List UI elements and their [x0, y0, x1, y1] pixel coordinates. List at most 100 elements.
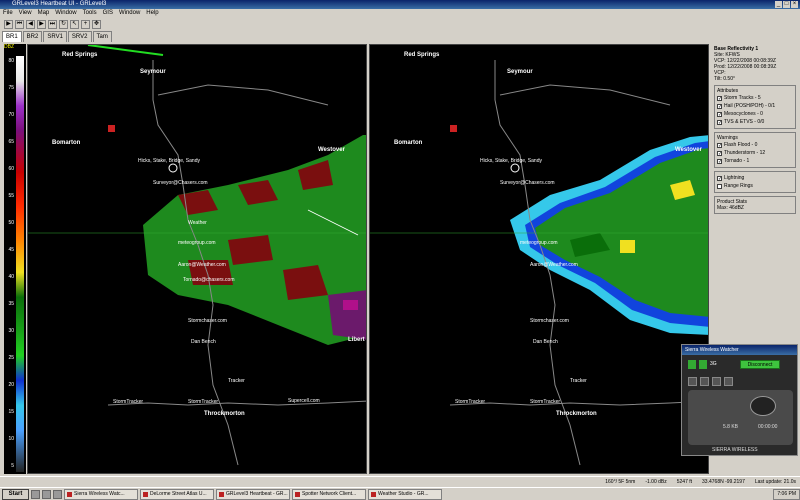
disconnect-button[interactable]: Disconnect [740, 360, 780, 369]
spotter-label[interactable]: Surveyor@Chasers.com [153, 180, 208, 186]
city-bomarton: Bomarton [52, 140, 81, 146]
options-group: ✓ Lightning Range Rings [714, 171, 796, 193]
taskbar-item[interactable]: Weather Studio - GR... [368, 488, 442, 500]
dbz-color-scale: DBZ 80 75 70 65 60 55 50 45 40 35 30 25 … [4, 44, 26, 474]
checkbox[interactable]: ✓ [717, 142, 722, 148]
checkbox[interactable] [717, 183, 722, 189]
checkbox[interactable]: ✓ [717, 158, 722, 164]
checkbox[interactable]: ✓ [717, 175, 722, 181]
spotter-label[interactable]: Aaron@Weather.com [530, 262, 578, 268]
city-libert: Libert [348, 337, 365, 343]
scale-tick: 55 [8, 193, 14, 199]
window-title-bar: GRLevel3 Heartbeat UI - GRLevel3 _ □ × [0, 0, 800, 9]
menu-map[interactable]: Map [38, 9, 50, 18]
network-type: 3G [710, 361, 717, 367]
scale-tick: 75 [8, 85, 14, 91]
maximize-button[interactable]: □ [783, 1, 790, 8]
city-red-springs: Red Springs [404, 52, 440, 58]
spotter-label[interactable]: Supercell.com [288, 398, 320, 404]
spotter-label[interactable]: Stormchaser.com [530, 318, 569, 324]
spotter-label[interactable]: Hicks, Stake, Bridge, Sandy [480, 158, 542, 164]
menu-window-2[interactable]: Window [119, 9, 140, 18]
checkbox[interactable]: ✓ [717, 111, 722, 117]
spotter-label[interactable]: meteogroup.com [178, 240, 216, 246]
city-throckmorton: Throckmorton [204, 411, 245, 417]
next-frame-icon[interactable]: ▶ [37, 19, 46, 29]
profile-icon[interactable] [700, 377, 709, 386]
city-westover: Westover [675, 147, 702, 153]
tab-br2[interactable]: BR2 [22, 31, 43, 42]
quicklaunch-icon[interactable] [42, 489, 51, 499]
checkbox[interactable]: ✓ [717, 150, 722, 156]
sierra-wireless-watcher[interactable]: Sierra Wireless Watcher 3G Disconnect 5.… [681, 344, 798, 456]
menu-icon[interactable] [688, 377, 697, 386]
city-red-springs: Red Springs [62, 52, 98, 58]
tab-tam[interactable]: Tam [92, 31, 112, 42]
tab-srv2[interactable]: SRV2 [67, 31, 92, 42]
city-bomarton: Bomarton [394, 140, 423, 146]
checkbox[interactable]: ✓ [717, 103, 722, 109]
option-label: Range Rings [724, 183, 753, 189]
checkbox[interactable]: ✓ [717, 95, 722, 101]
taskbar-item[interactable]: Sierra Wireless Watc... [64, 488, 138, 500]
connection-time: 00:00:00 [758, 424, 778, 430]
minimize-button[interactable]: _ [775, 1, 782, 8]
cursor-icon[interactable]: ↖ [70, 19, 79, 29]
spotter-label[interactable]: meteogroup.com [520, 240, 558, 246]
menu-view[interactable]: View [19, 9, 32, 18]
menu-gis[interactable]: GIS [103, 9, 113, 18]
scale-tick: 45 [8, 247, 14, 253]
tab-srv1[interactable]: SRV1 [43, 31, 67, 42]
spotter-label[interactable]: Dan Bench [191, 339, 216, 345]
attributes-group: Attributes ✓ Storm Tracks - 5 ✓ Hail (POSH… [714, 85, 796, 129]
spotter-label[interactable]: Tracker [228, 378, 245, 384]
pan-icon[interactable]: ✥ [92, 19, 101, 29]
menu-tools[interactable]: Tools [83, 9, 97, 18]
radar-pane-left[interactable]: Red Springs Seymour Bomarton Westover Th… [27, 44, 367, 474]
menu-help[interactable]: Help [146, 9, 158, 18]
checkbox[interactable]: ✓ [717, 119, 722, 125]
product-tabs: BR1 BR2 SRV1 SRV2 Tam [0, 31, 120, 42]
radar-pane-right[interactable]: Red Springs Seymour Bomarton Westover Th… [369, 44, 709, 474]
spotter-label[interactable]: StormTracker [113, 399, 143, 405]
attribute-label: Hail (POSH/POH) - 0/1 [724, 103, 776, 109]
loop-icon[interactable]: ↻ [59, 19, 68, 29]
zoom-icon[interactable]: + [81, 19, 90, 29]
taskbar-item[interactable]: DeLorme Street Atlas U... [140, 488, 214, 500]
scale-tick: 10 [8, 436, 14, 442]
spotter-label[interactable]: Dan Bench [533, 339, 558, 345]
spotter-label[interactable]: StormTracker [455, 399, 485, 405]
taskbar-item[interactable]: GRLevel3 Heartbeat - GR... [216, 488, 290, 500]
status-bar: 160°/ 5F 5nm -1.00 dBz 5247 ft 33.4768N … [0, 476, 800, 486]
spotter-label[interactable]: Aaron@Weather.com [178, 262, 226, 268]
menu-window[interactable]: Window [55, 9, 76, 18]
taskbar-item[interactable]: Spotter Network Client... [292, 488, 366, 500]
scale-tick: 15 [8, 409, 14, 415]
scale-bar [16, 56, 24, 472]
city-westover: Westover [318, 147, 345, 153]
tab-br1[interactable]: BR1 [2, 31, 22, 42]
scale-tick: 60 [8, 166, 14, 172]
spotter-label[interactable]: Tracker [570, 378, 587, 384]
scale-tick: 25 [8, 355, 14, 361]
spotter-label[interactable]: Surveyor@Chasers.com [500, 180, 555, 186]
start-button[interactable]: Start [2, 488, 29, 500]
prev-frame-icon[interactable]: ◀ [26, 19, 35, 29]
first-frame-icon[interactable]: ⏮ [15, 19, 24, 29]
spotter-label[interactable]: Stormchaser.com [188, 318, 227, 324]
quicklaunch-icon[interactable] [53, 489, 62, 499]
spotter-label[interactable]: Weather [188, 220, 207, 226]
menu-file[interactable]: File [3, 9, 13, 18]
spotter-label[interactable]: Hicks, Stake, Bridge, Sandy [138, 158, 200, 164]
quicklaunch-icon[interactable] [31, 489, 40, 499]
last-frame-icon[interactable]: ⏭ [48, 19, 57, 29]
close-button[interactable]: × [791, 1, 798, 8]
spotter-label[interactable]: StormTracker [530, 399, 560, 405]
window-title: GRLevel3 Heartbeat UI - GRLevel3 [12, 1, 107, 7]
help-icon[interactable] [724, 377, 733, 386]
settings-icon[interactable] [712, 377, 721, 386]
play-icon[interactable]: ▶ [4, 19, 13, 29]
spotter-label[interactable]: StormTracker [188, 399, 218, 405]
spotter-label[interactable]: Tornado@chasers.com [183, 277, 235, 283]
attribute-label: TVS & ETVS - 0/0 [724, 119, 765, 125]
